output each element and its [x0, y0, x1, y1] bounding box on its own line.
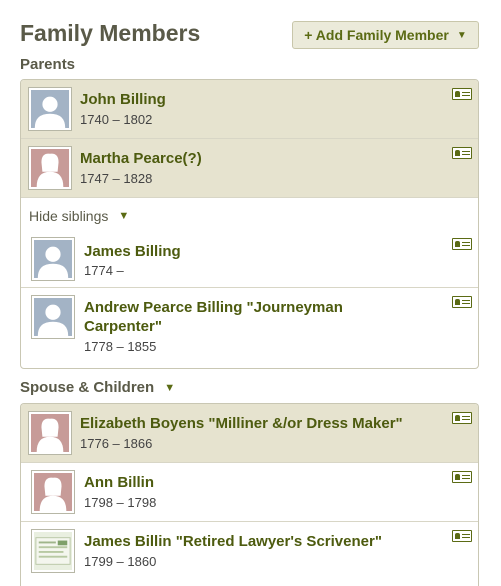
person-dates: 1778 – 1855	[84, 339, 157, 354]
person-card-icon[interactable]	[452, 296, 472, 308]
male-silhouette-icon[interactable]	[31, 237, 75, 281]
person-card-icon[interactable]	[452, 471, 472, 483]
chevron-down-icon: ▼	[118, 210, 130, 222]
person-dates: 1798 – 1798	[84, 495, 157, 510]
chevron-down-icon: ▼	[456, 29, 467, 41]
person-dates: 1747 – 1828	[80, 171, 153, 186]
parent-row-john-billing[interactable]: John Billing 1740 – 1802	[21, 80, 478, 139]
child-row-ann-billin[interactable]: Ann Billin 1798 – 1798	[21, 463, 478, 522]
add-family-member-label: + Add Family Member	[304, 27, 449, 43]
person-name-continued[interactable]: Carpenter"	[84, 317, 162, 336]
spouse-children-toggle[interactable]: Spouse & Children ▼	[20, 379, 175, 396]
person-name[interactable]: Andrew Pearce Billing "Journeyman	[84, 298, 343, 317]
document-photo-icon[interactable]	[31, 529, 75, 573]
person-name[interactable]: John Billing	[80, 90, 166, 109]
person-dates: 1774 –	[84, 263, 124, 278]
person-dates: 1799 – 1860	[84, 554, 157, 569]
person-name[interactable]: Ann Billin	[84, 473, 154, 492]
spouse-children-panel: Elizabeth Boyens "Milliner &/or Dress Ma…	[20, 403, 479, 586]
person-name[interactable]: James Billing	[84, 242, 181, 261]
parents-label: Parents	[20, 56, 76, 73]
person-dates: 1776 – 1866	[80, 436, 153, 451]
parent-row-martha-pearce[interactable]: Martha Pearce(?) 1747 – 1828	[21, 139, 478, 198]
female-silhouette-icon[interactable]	[28, 411, 72, 455]
person-card-icon[interactable]	[452, 88, 472, 100]
female-silhouette-icon[interactable]	[28, 146, 72, 190]
person-dates: 1740 – 1802	[80, 112, 153, 127]
sibling-row-james-billing[interactable]: James Billing 1774 –	[21, 230, 478, 288]
siblings-toggle-row: Hide siblings ▼	[21, 198, 478, 230]
female-silhouette-icon[interactable]	[31, 470, 75, 514]
person-name[interactable]: James Billin "Retired Lawyer's Scrivener…	[84, 532, 382, 551]
add-family-member-button[interactable]: + Add Family Member ▼	[292, 21, 479, 49]
child-row-james-billin[interactable]: James Billin "Retired Lawyer's Scrivener…	[21, 522, 478, 586]
hide-siblings-label: Hide siblings	[29, 208, 109, 224]
person-card-icon[interactable]	[452, 147, 472, 159]
sibling-row-andrew-billing[interactable]: Andrew Pearce Billing "Journeyman Carpen…	[21, 288, 478, 368]
page-title: Family Members	[20, 20, 201, 46]
parents-section-label: Parents	[20, 56, 75, 73]
spouse-row-elizabeth-boyens[interactable]: Elizabeth Boyens "Milliner &/or Dress Ma…	[21, 404, 478, 463]
family-members-header: Family Members + Add Family Member ▼	[20, 18, 480, 50]
person-name[interactable]: Elizabeth Boyens "Milliner &/or Dress Ma…	[80, 414, 403, 433]
person-card-icon[interactable]	[452, 530, 472, 542]
parents-panel: John Billing 1740 – 1802 Martha Pearce(?…	[20, 79, 479, 369]
person-card-icon[interactable]	[452, 238, 472, 250]
hide-siblings-toggle[interactable]: Hide siblings ▼	[29, 208, 129, 224]
person-name[interactable]: Martha Pearce(?)	[80, 149, 202, 168]
spouse-children-label: Spouse & Children	[20, 379, 155, 396]
male-silhouette-icon[interactable]	[31, 295, 75, 339]
chevron-down-icon: ▼	[164, 381, 176, 394]
male-silhouette-icon[interactable]	[28, 87, 72, 131]
person-card-icon[interactable]	[452, 412, 472, 424]
